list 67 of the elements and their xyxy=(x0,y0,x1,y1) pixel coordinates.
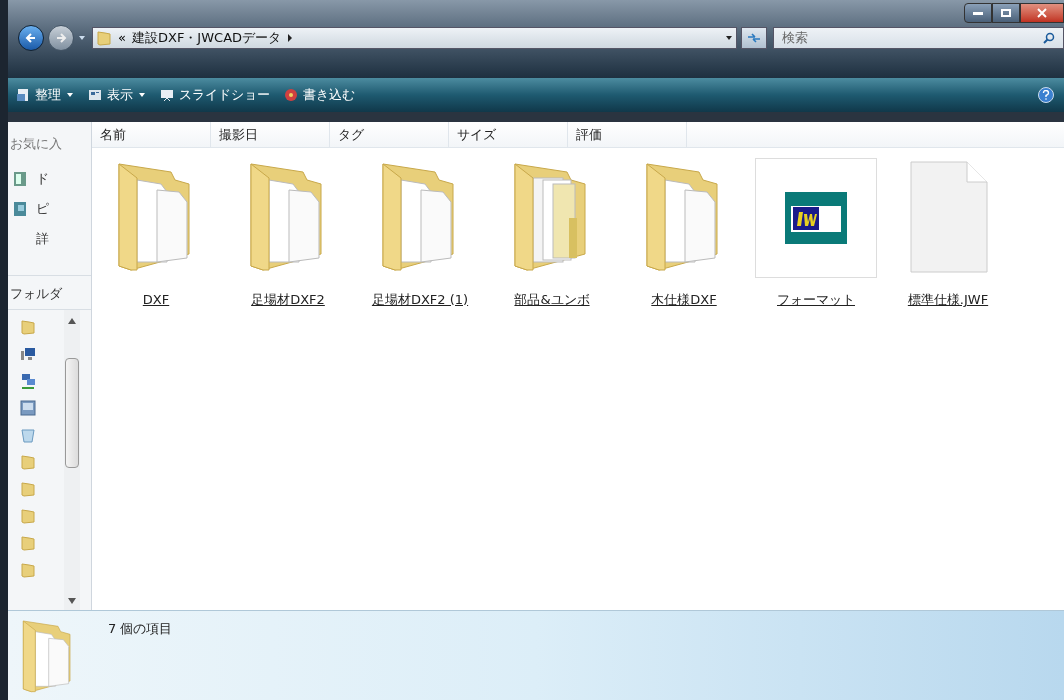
column-header[interactable]: 名前 xyxy=(92,122,211,147)
folder-icon xyxy=(20,534,36,551)
scroll-down-icon xyxy=(68,598,76,604)
caret-icon[interactable] xyxy=(78,34,86,42)
file-item[interactable]: 足場材DXF2 (1) xyxy=(358,156,482,310)
dropdown-caret-icon xyxy=(66,91,74,99)
slideshow-icon xyxy=(160,88,174,102)
breadcrumb-overflow[interactable]: « xyxy=(118,28,126,48)
address-bar[interactable]: « 建設DXF・JWCADデータ xyxy=(92,27,737,49)
scroll-thumb[interactable] xyxy=(65,358,79,468)
tree-item[interactable] xyxy=(20,397,38,418)
views-icon xyxy=(88,88,102,102)
minimize-button[interactable] xyxy=(964,3,992,23)
folder-icon xyxy=(20,561,36,578)
folder-icon xyxy=(20,453,36,470)
refresh-icon xyxy=(747,33,761,43)
left-arrow-icon xyxy=(25,32,37,44)
control-panel-icon xyxy=(20,399,36,416)
favorites-header: お気に入 xyxy=(9,135,63,153)
document-icon xyxy=(16,88,30,102)
favorite-link[interactable]: 詳 xyxy=(8,223,91,254)
computer-icon xyxy=(20,345,36,362)
item-count: 7 個の項目 xyxy=(108,620,173,638)
favorite-link[interactable]: ピ xyxy=(8,193,91,224)
right-arrow-icon xyxy=(55,32,67,44)
disc-icon xyxy=(284,88,298,102)
search-icon xyxy=(1043,32,1055,44)
network-icon xyxy=(20,372,36,389)
toolbar-button[interactable]: スライドショー xyxy=(160,85,270,105)
file-item[interactable]: 足場材DXF2 xyxy=(226,156,350,310)
folder-icon xyxy=(20,318,36,335)
file-item[interactable]: DXF xyxy=(94,156,218,310)
maximize-button[interactable] xyxy=(992,3,1020,23)
dropdown-caret-icon[interactable] xyxy=(725,34,733,42)
right-caret-icon xyxy=(287,34,294,42)
help-button[interactable] xyxy=(1038,87,1054,103)
breadcrumb-item[interactable]: 建設DXF・JWCADデータ xyxy=(131,28,282,48)
file-item[interactable]: フォーマット xyxy=(754,156,878,310)
refresh-button[interactable] xyxy=(741,27,767,49)
help-icon xyxy=(1042,90,1050,100)
recycle-bin-icon xyxy=(20,426,36,443)
column-header[interactable]: サイズ xyxy=(449,122,568,147)
scrollbar[interactable] xyxy=(64,310,80,610)
search-field[interactable]: 検索 xyxy=(773,27,1064,49)
column-header[interactable]: タグ xyxy=(330,122,449,147)
file-item[interactable]: 部品&ユンボ xyxy=(490,156,614,310)
file-item[interactable]: 標準仕様.JWF xyxy=(886,156,1010,310)
column-header[interactable]: 撮影日 xyxy=(211,122,330,147)
picture-icon xyxy=(14,201,26,216)
scroll-up-icon xyxy=(68,318,76,324)
close-button[interactable] xyxy=(1020,3,1064,23)
search-input[interactable]: 検索 xyxy=(782,28,1043,48)
toolbar-button[interactable]: 整理 xyxy=(16,85,74,105)
back-button[interactable] xyxy=(18,25,44,51)
folder-icon xyxy=(20,480,36,497)
toolbar-button[interactable]: 表示 xyxy=(88,85,146,105)
column-header[interactable]: 評価 xyxy=(568,122,687,147)
toolbar-button[interactable]: 書き込む xyxy=(284,85,355,105)
close-icon xyxy=(1037,8,1047,18)
dropdown-caret-icon xyxy=(138,91,146,99)
file-item[interactable]: 木仕様DXF xyxy=(622,156,746,310)
folder-icon xyxy=(96,30,112,46)
document-icon xyxy=(14,171,26,186)
folder-icon xyxy=(20,507,36,524)
favorite-link[interactable]: ド xyxy=(8,163,91,194)
jw-file-icon xyxy=(785,192,847,244)
forward-button[interactable] xyxy=(48,25,74,51)
